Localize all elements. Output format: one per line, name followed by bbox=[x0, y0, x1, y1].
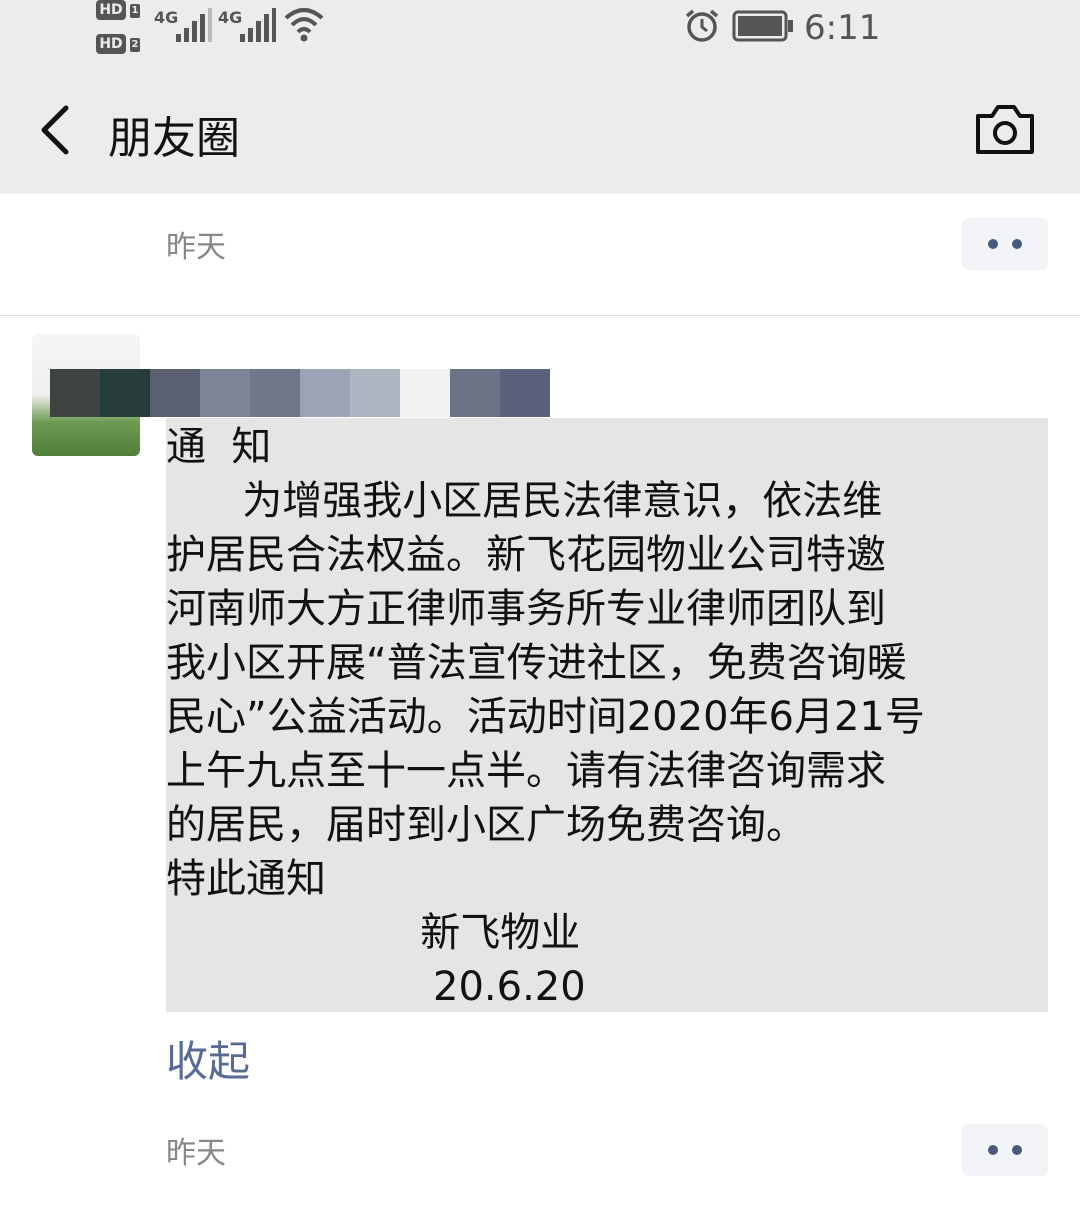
page-title: 朋友圈 bbox=[108, 113, 240, 164]
signal-1-icon bbox=[176, 8, 212, 42]
notice-line: 特此通知 bbox=[166, 856, 326, 902]
signal-2-icon bbox=[240, 8, 276, 42]
notice-line: 上午九点至十一点半。请有法律咨询需求 bbox=[166, 748, 886, 794]
notice-line: 通 知 bbox=[166, 424, 272, 470]
top-bar: HD 1 HD 2 4G 4G 6:11 朋友圈 bbox=[0, 0, 1080, 194]
dot-icon bbox=[1012, 1145, 1022, 1155]
battery-icon bbox=[732, 10, 793, 42]
more-options-button[interactable] bbox=[962, 218, 1048, 270]
notice-line: 护居民合法权益。新飞花园物业公司特邀 bbox=[166, 532, 886, 578]
redaction-block bbox=[150, 369, 200, 417]
alarm-clock-icon bbox=[685, 9, 719, 42]
redaction-block bbox=[200, 369, 250, 417]
hd-badge-1: HD bbox=[96, 0, 126, 20]
navigation-bar: 朋友圈 bbox=[0, 80, 1080, 190]
chevron-left-icon bbox=[41, 105, 69, 155]
camera-button[interactable] bbox=[972, 102, 1038, 158]
signal-1-label: 4G bbox=[154, 8, 179, 27]
redaction-block bbox=[350, 369, 400, 417]
notice-line: 的居民，届时到小区广场免费咨询。 bbox=[166, 802, 806, 848]
back-button[interactable] bbox=[30, 100, 80, 160]
notice-line: 我小区开展“普法宣传进社区，免费咨询暖 bbox=[166, 640, 907, 686]
redaction-block bbox=[400, 369, 450, 417]
notice-line: 民心”公益活动。活动时间2020年6月21号 bbox=[166, 694, 925, 740]
notice-line: 为增强我小区居民法律意识，依法维 bbox=[166, 478, 883, 524]
dot-icon bbox=[988, 1145, 998, 1155]
post-timestamp: 昨天 bbox=[166, 230, 226, 265]
redaction-block bbox=[100, 369, 150, 417]
dot-icon bbox=[988, 239, 998, 249]
redaction-block bbox=[300, 369, 350, 417]
hd-badge-1-number: 1 bbox=[130, 4, 140, 18]
post-meta-row-2: 昨天 bbox=[0, 1102, 1080, 1192]
camera-icon bbox=[976, 105, 1034, 154]
redaction-block bbox=[250, 369, 300, 417]
redaction-block bbox=[450, 369, 500, 417]
redaction-block bbox=[500, 369, 550, 417]
hd-badge-2: HD bbox=[96, 34, 126, 54]
dot-icon bbox=[1012, 239, 1022, 249]
post-content: 通 知 为增强我小区居民法律意识，依法维 护居民合法权益。新飞花园物业公司特邀 … bbox=[166, 418, 1048, 1012]
hd-badge-2-number: 2 bbox=[130, 38, 140, 52]
notice-signature: 新飞物业 bbox=[166, 910, 581, 956]
status-bar: HD 1 HD 2 4G 4G 6:11 bbox=[0, 0, 1080, 60]
post-meta-row-1: 昨天 bbox=[0, 196, 1080, 286]
signal-2-label: 4G bbox=[218, 8, 243, 27]
more-options-button[interactable] bbox=[962, 1124, 1048, 1176]
notice-date: 20.6.20 bbox=[166, 964, 586, 1010]
status-time: 6:11 bbox=[804, 8, 881, 48]
wifi-icon bbox=[284, 8, 324, 42]
post-timestamp: 昨天 bbox=[166, 1136, 226, 1171]
collapse-link[interactable]: 收起 bbox=[166, 1028, 250, 1089]
redaction-block bbox=[50, 369, 100, 417]
notice-line: 河南师大方正律师事务所专业律师团队到 bbox=[166, 586, 886, 632]
username-redacted bbox=[50, 369, 550, 417]
status-bar-right: 6:11 bbox=[685, 0, 984, 60]
post-divider bbox=[0, 315, 1080, 316]
